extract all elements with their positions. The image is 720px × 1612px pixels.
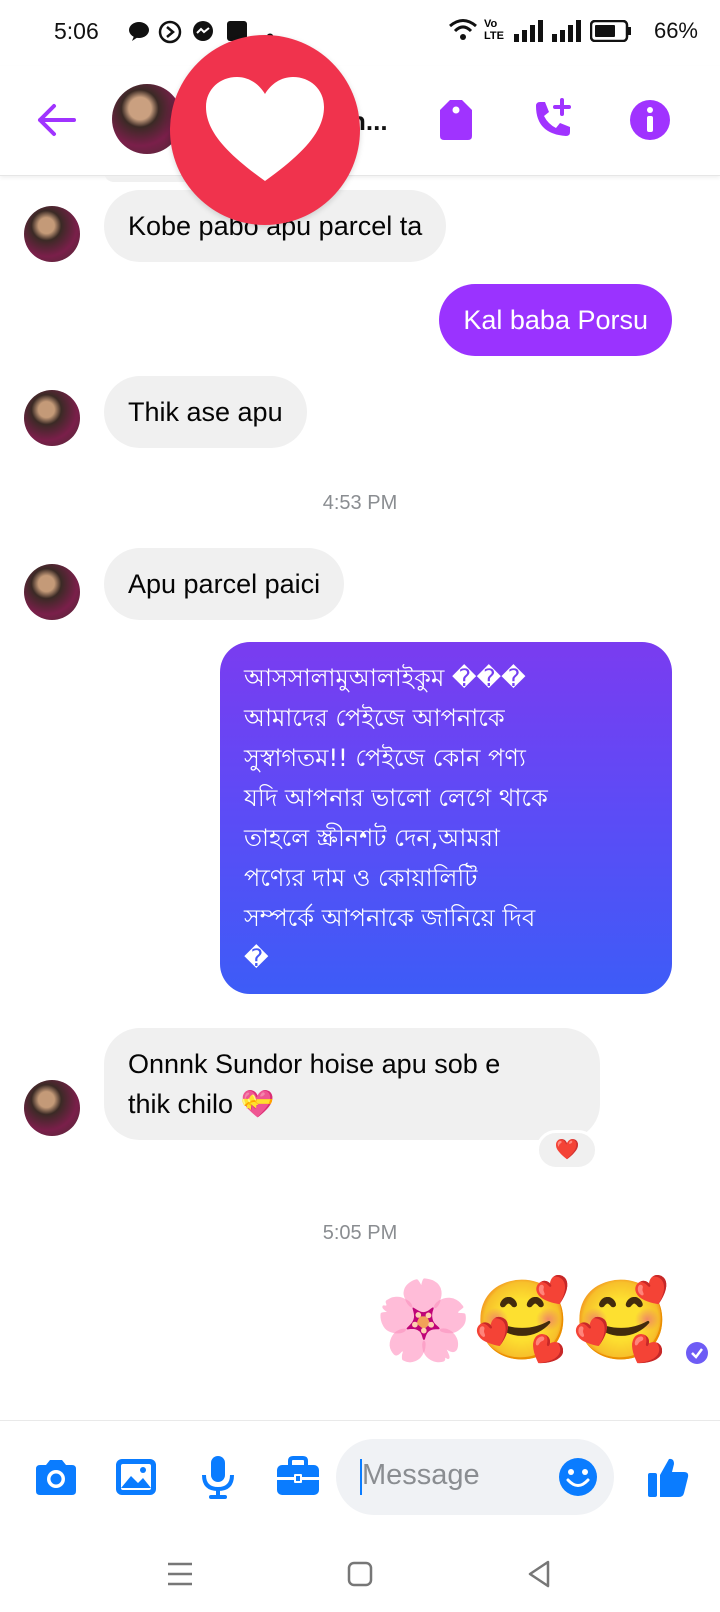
gallery-icon: [116, 1459, 156, 1495]
message-composer: Message: [0, 1420, 720, 1532]
contact-avatar-small: [24, 1080, 80, 1136]
back-arrow-icon: [38, 104, 76, 136]
check-icon: [691, 1348, 703, 1359]
business-tools-button[interactable]: [274, 1453, 322, 1501]
battery-percent: 66%: [653, 18, 698, 43]
message-line: thik chilo 💝: [128, 1089, 275, 1119]
heart-reaction-overlay: [170, 35, 360, 225]
message-text: Kal baba Porsu: [463, 305, 648, 335]
voice-button[interactable]: [194, 1453, 242, 1501]
camera-icon: [36, 1460, 76, 1495]
message-line: যদি আপনার ভালো লেগে থাকে: [244, 784, 548, 812]
contact-avatar-small: [24, 390, 80, 446]
message-text: Apu parcel paici: [128, 569, 321, 599]
seen-indicator: [686, 1342, 708, 1364]
message-reaction[interactable]: ❤️: [536, 1130, 598, 1170]
chat-notification-icon: [128, 20, 150, 47]
message-line: আসসালামুআলাইকুম ���: [244, 664, 526, 692]
tag-button[interactable]: [432, 96, 480, 144]
menu-icon: [168, 1562, 192, 1586]
recent-apps-button[interactable]: [160, 1554, 200, 1594]
add-call-button[interactable]: [528, 96, 576, 144]
message-text: Thik ase apu: [128, 397, 283, 427]
status-bar: 5:06 Vo LTE 66%: [0, 0, 720, 66]
contact-avatar-small: [24, 206, 80, 262]
info-button[interactable]: [626, 96, 674, 144]
outgoing-emoji-message[interactable]: 🌸🥰🥰: [375, 1272, 672, 1368]
emoji-button[interactable]: [556, 1455, 600, 1499]
status-right-icons: Vo LTE 66%: [448, 16, 698, 46]
reaction-heart: ❤️: [554, 1139, 580, 1161]
back-nav-button[interactable]: [520, 1554, 560, 1594]
briefcase-icon: [277, 1456, 319, 1495]
volte-label: Vo LTE: [484, 18, 504, 42]
message-line: পণ্যের দাম ও কোয়ালিটি: [244, 864, 478, 892]
outgoing-message[interactable]: Kal baba Porsu: [439, 284, 672, 356]
tag-icon: [440, 100, 472, 140]
messenger-notification-icon: [192, 20, 214, 47]
message-line: আমাদের পেইজে আপনাকে: [244, 704, 505, 732]
message-line: সুস্বাগতম!! পেইজে কোন পণ্য: [244, 744, 526, 772]
message-list[interactable]: Kobe pabo apu parcel ta Kal baba Porsu T…: [0, 176, 720, 1420]
back-button[interactable]: [34, 100, 78, 140]
system-nav-bar: [0, 1532, 720, 1612]
wifi-icon: [448, 18, 478, 47]
message-placeholder: Message: [362, 1459, 480, 1491]
add-call-icon: [536, 98, 571, 136]
home-icon: [347, 1561, 373, 1587]
gallery-button[interactable]: [112, 1453, 160, 1501]
incoming-message[interactable]: Onnnk Sundor hoise apu sob e thik chilo …: [104, 1028, 600, 1140]
camera-button[interactable]: [32, 1453, 80, 1501]
emoji-icon: [559, 1458, 597, 1496]
timestamp: 5:05 PM: [322, 1222, 398, 1244]
signal-2-icon: [552, 20, 584, 47]
contact-avatar-small: [24, 564, 80, 620]
battery-icon: [589, 19, 632, 47]
emoji-content: 🌸🥰🥰: [374, 1276, 672, 1364]
message-line: �: [244, 944, 269, 972]
timestamp: 4:53 PM: [322, 492, 398, 514]
message-line: Onnnk Sundor hoise apu sob e: [128, 1049, 501, 1079]
thumbs-up-icon: [648, 1458, 689, 1497]
like-button[interactable]: [644, 1453, 692, 1501]
microphone-icon: [202, 1456, 234, 1499]
message-input[interactable]: Message: [336, 1439, 614, 1515]
message-line: সম্পর্কে আপনাকে জানিয়ে দিব: [244, 904, 536, 932]
signal-1-icon: [514, 20, 546, 47]
heart-icon: [206, 77, 324, 181]
outgoing-message-long[interactable]: আসসালামুআলাইকুম ��� আমাদের পেইজে আপনাকে …: [220, 642, 672, 994]
timer-notification-icon: [158, 20, 182, 49]
back-icon: [528, 1560, 550, 1588]
incoming-message[interactable]: Apu parcel paici: [104, 548, 345, 620]
incoming-message[interactable]: Thik ase apu: [104, 376, 307, 448]
message-line: তাহলে স্ক্রীনশট দেন,আমরা: [244, 824, 500, 852]
conversation-header: n...: [0, 66, 720, 176]
info-icon: [630, 100, 670, 140]
home-button[interactable]: [340, 1554, 380, 1594]
status-time: 5:06: [54, 18, 99, 44]
